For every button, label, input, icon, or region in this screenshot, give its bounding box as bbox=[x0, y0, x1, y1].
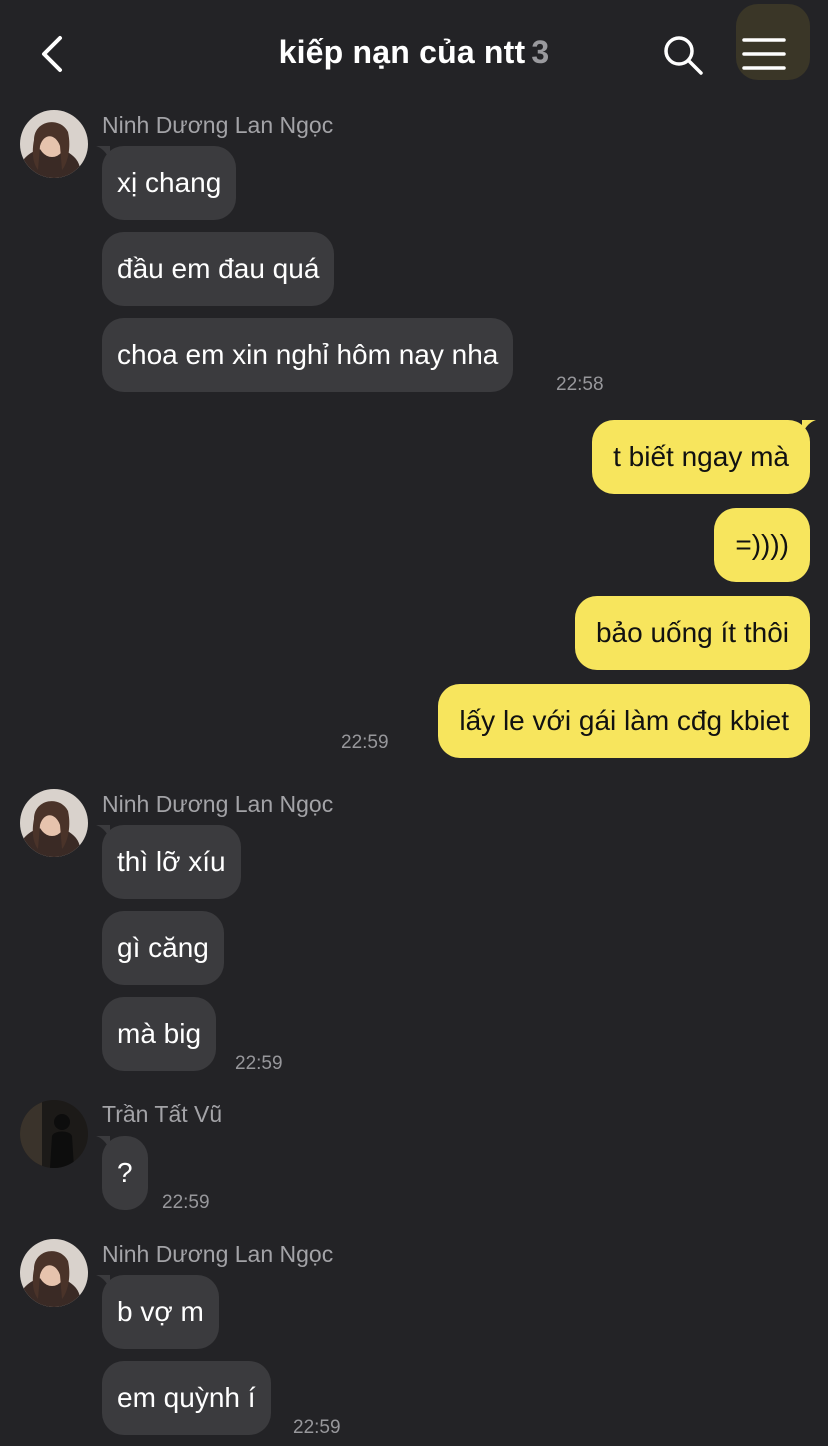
outgoing-message-bubble[interactable]: lấy le với gái làm cđg kbiet bbox=[438, 684, 810, 758]
member-count: 3 bbox=[531, 34, 550, 70]
avatar[interactable] bbox=[20, 1100, 88, 1168]
search-icon[interactable] bbox=[660, 32, 706, 78]
outgoing-bubble-tail bbox=[802, 420, 816, 434]
message-time: 22:59 bbox=[162, 1192, 210, 1213]
message-time: 22:58 bbox=[556, 374, 604, 395]
message-bubble[interactable]: ? bbox=[102, 1136, 148, 1210]
outgoing-message-bubble[interactable]: t biết ngay mà bbox=[592, 420, 810, 494]
message-bubble[interactable]: xị chang bbox=[102, 146, 237, 220]
sender-name: Ninh Dương Lan Ngọc bbox=[102, 791, 334, 817]
chat-title-text: kiếp nạn của ntt bbox=[278, 34, 526, 70]
outgoing-message-bubble[interactable]: =)))) bbox=[714, 508, 810, 582]
message-time: 22:59 bbox=[235, 1053, 283, 1074]
sender-name: Trần Tất Vũ bbox=[102, 1101, 223, 1127]
message-bubble[interactable]: đầu em đau quá bbox=[102, 232, 335, 306]
chat-header: kiếp nạn của ntt 3 bbox=[0, 0, 828, 110]
message-time: 22:59 bbox=[293, 1417, 341, 1438]
message-bubble[interactable]: mà big bbox=[102, 997, 217, 1071]
message-bubble[interactable]: thì lỡ xíu bbox=[102, 825, 241, 899]
avatar[interactable] bbox=[20, 1239, 88, 1307]
avatar[interactable] bbox=[20, 110, 88, 178]
menu-icon[interactable] bbox=[742, 36, 786, 72]
message-bubble[interactable]: gì căng bbox=[102, 911, 224, 985]
message-bubble[interactable]: em quỳnh í bbox=[102, 1361, 271, 1435]
message-time: 22:59 bbox=[341, 732, 389, 753]
avatar[interactable] bbox=[20, 789, 88, 857]
sender-name: Ninh Dương Lan Ngọc bbox=[102, 112, 334, 138]
outgoing-message-bubble[interactable]: bảo uống ít thôi bbox=[574, 596, 810, 670]
message-bubble[interactable]: choa em xin nghỉ hôm nay nha bbox=[102, 318, 514, 392]
sender-name: Ninh Dương Lan Ngọc bbox=[102, 1241, 334, 1267]
message-bubble[interactable]: b vợ m bbox=[102, 1275, 219, 1349]
